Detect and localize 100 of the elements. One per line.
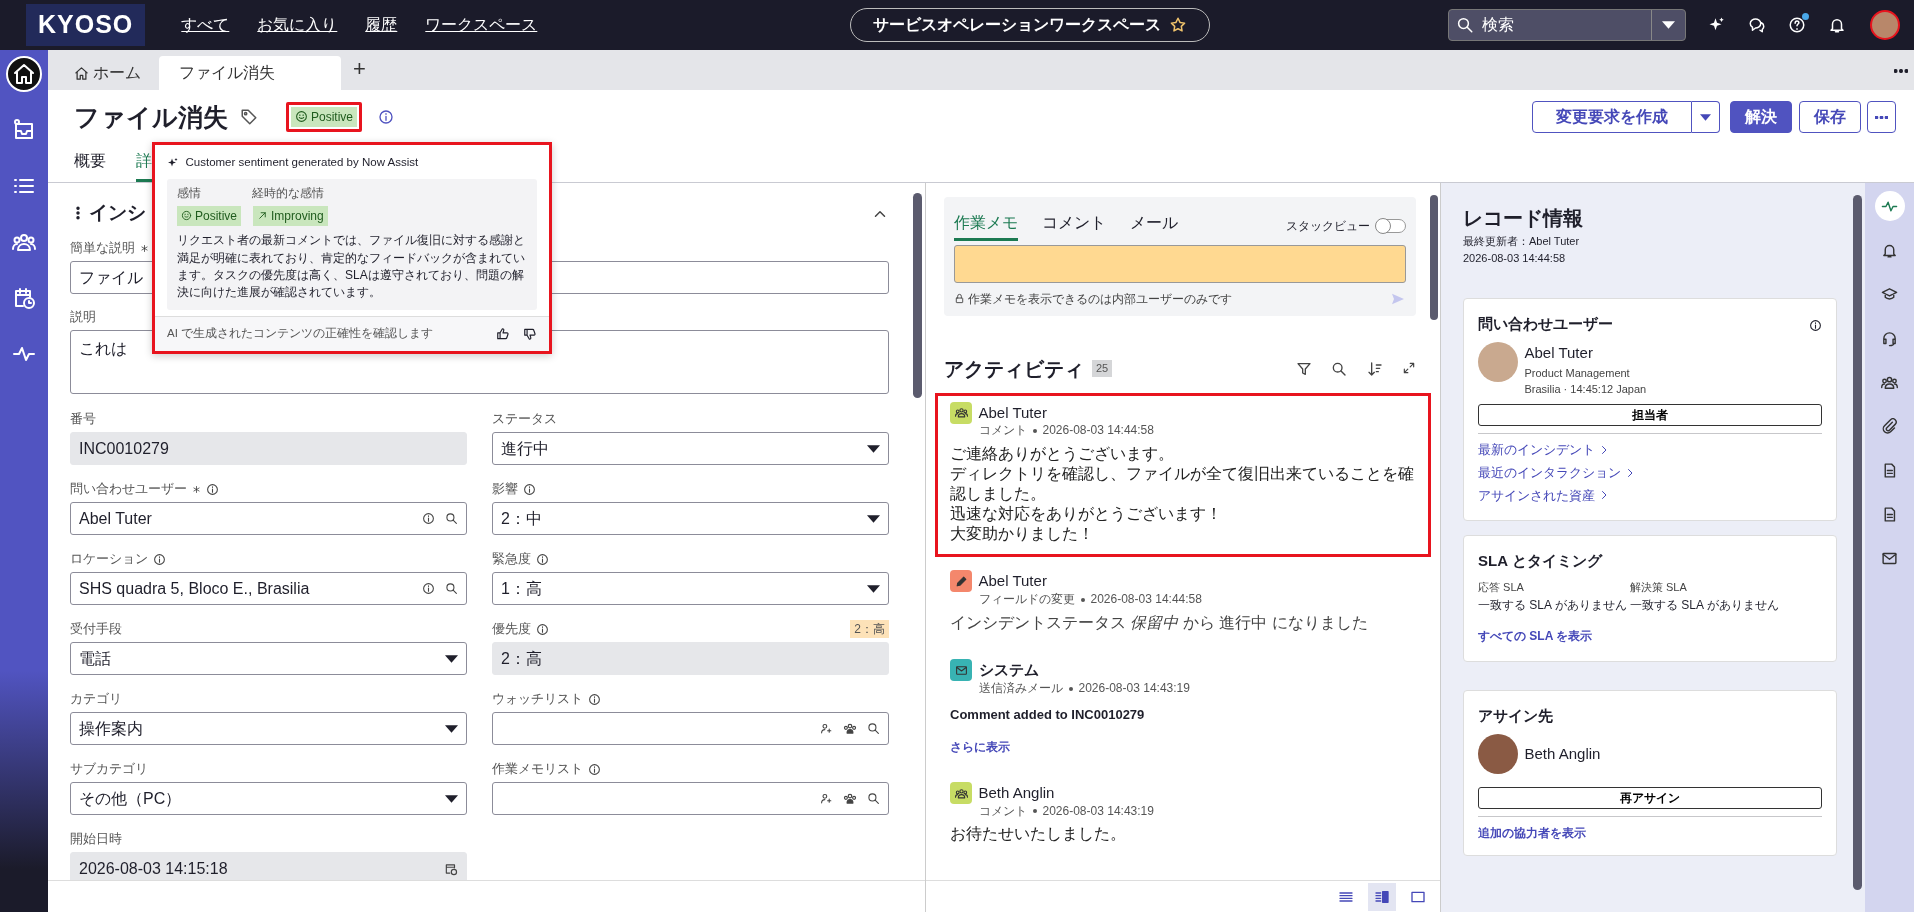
composer-tab[interactable]: メール (1130, 211, 1178, 241)
sort-icon[interactable] (1366, 360, 1383, 377)
add-tab-button[interactable]: + (341, 51, 378, 89)
people-icon (954, 786, 968, 800)
workspace-tab[interactable]: ファイル消失 (159, 56, 341, 90)
location: Brasilia · 14:45:12 Japan (1524, 382, 1647, 397)
info-icon[interactable] (378, 108, 395, 125)
calendar-icon (12, 286, 36, 310)
entry-type: コメント (978, 803, 1027, 818)
reassign-button[interactable]: 再アサイン (1478, 787, 1822, 810)
nav-menu-item[interactable]: すべて (181, 13, 230, 37)
info-icon[interactable] (536, 552, 549, 566)
view-mode-button[interactable] (1368, 882, 1396, 911)
date-field: 2026-08-03 14:15:18 (70, 852, 467, 880)
nav-menu-item[interactable]: お気に入り (257, 13, 338, 37)
assigned-to-button[interactable]: 担当者 (1478, 404, 1822, 426)
show-more-link[interactable]: さらに表示 (950, 737, 1010, 756)
nav-menu-item[interactable]: 履歴 (365, 13, 398, 37)
thumbs-up-icon[interactable] (496, 326, 510, 341)
info-icon[interactable] (206, 482, 219, 496)
workspace-title: サービスオペレーションワークスペース (872, 15, 1161, 35)
view-sla-link[interactable]: すべての SLA を表示 (1478, 626, 1593, 645)
search-input[interactable]: 検索 (1480, 12, 1651, 38)
info-icon[interactable] (523, 482, 536, 496)
dropdown-button[interactable] (1692, 100, 1721, 133)
avatar[interactable] (1870, 10, 1900, 40)
group-icon (843, 791, 857, 806)
comment-text: インシデントステータス 保留中 から 進行中 になりました (950, 612, 1369, 633)
select-field[interactable]: 操作案内 (70, 712, 467, 745)
create-change-request-button[interactable]: 変更要求を作成 (1532, 100, 1693, 133)
info-icon (422, 512, 435, 525)
caret-icon (445, 723, 458, 734)
view-collaborators-link[interactable]: 追加の協力者を表示 (1478, 826, 1586, 841)
nav-menu-item[interactable]: ワークスペース (425, 13, 538, 37)
related-link[interactable]: 最近のインタラクション (1478, 462, 1637, 483)
field-label: 説明 (70, 308, 96, 326)
search-icon (445, 512, 458, 525)
more-icon[interactable] (1893, 68, 1908, 73)
user-name: Beth Anglin (1524, 744, 1601, 764)
sentiment-badge[interactable]: Positive (286, 101, 363, 132)
search-icon[interactable] (1331, 360, 1347, 377)
tag-icon[interactable] (240, 107, 258, 126)
calendar-icon (444, 861, 458, 876)
scrollbar[interactable] (1853, 195, 1862, 890)
bell-icon[interactable] (1828, 16, 1846, 34)
scrollbar[interactable] (1430, 195, 1438, 320)
people-icon (954, 406, 968, 419)
card-title: SLA とタイミング (1478, 551, 1604, 572)
form-tab[interactable]: 概要 (74, 143, 106, 182)
stack-view-toggle[interactable] (1376, 219, 1406, 233)
sla-label: 解決策 SLA (1629, 580, 1688, 596)
mail-icon (954, 663, 968, 677)
thumbs-down-icon[interactable] (523, 326, 537, 341)
search-icon (867, 722, 880, 735)
work-note-field[interactable] (954, 245, 1406, 283)
pulse-button[interactable] (1874, 191, 1905, 221)
list-field[interactable] (492, 712, 889, 745)
related-link[interactable]: 最新のインシデント (1478, 440, 1611, 460)
separator-dot (1032, 809, 1037, 814)
info-icon[interactable] (1809, 318, 1822, 332)
save-button[interactable]: 保存 (1798, 100, 1861, 133)
search-bar[interactable]: 検索 (1448, 9, 1686, 41)
composer-tab[interactable]: 作業メモ (954, 211, 1018, 241)
select-field[interactable]: 進行中 (492, 432, 889, 465)
info-icon[interactable] (536, 622, 549, 636)
add-person-icon (820, 722, 833, 735)
reference-field[interactable]: Abel Tuter (70, 502, 467, 535)
reference-field[interactable]: SHS quadra 5, Bloco E., Brasilia (70, 572, 467, 605)
sla-value: 一致する SLA がありません (1629, 596, 1779, 614)
lock-icon (954, 293, 965, 304)
star-icon[interactable] (1168, 16, 1187, 34)
help-icon[interactable] (1788, 16, 1806, 34)
toggle-label: スタックビュー (1285, 218, 1370, 235)
filter-icon[interactable] (1295, 360, 1312, 377)
logo[interactable]: KYOSO (26, 4, 146, 46)
select-field[interactable]: その他（PC） (70, 782, 467, 815)
field-label: 開始日時 (70, 830, 122, 848)
select-field[interactable]: 1：高 (492, 572, 889, 605)
caret-icon (867, 443, 880, 454)
composer-tab[interactable]: コメント (1042, 211, 1106, 241)
info-icon[interactable] (588, 692, 601, 706)
resolve-button[interactable]: 解決 (1730, 100, 1792, 133)
list-field[interactable] (492, 782, 889, 815)
column-label: 感情 (177, 186, 202, 202)
sla-label: 応答 SLA (1478, 580, 1525, 596)
select-field[interactable]: 2：中 (492, 502, 889, 535)
timestamp: 2026-08-03 14:43:19 (1078, 680, 1190, 695)
more-button[interactable] (1867, 100, 1896, 133)
workspace-tab[interactable]: ホーム (56, 56, 159, 90)
scrollbar[interactable] (913, 193, 922, 398)
chat-icon[interactable] (1748, 16, 1766, 34)
related-link[interactable]: アサインされた資産 (1478, 485, 1611, 505)
home-button[interactable] (6, 56, 42, 92)
info-icon[interactable] (153, 552, 166, 566)
select-field[interactable]: 電話 (70, 642, 467, 675)
home-icon (74, 65, 89, 81)
search-icon (445, 582, 458, 595)
caret-icon[interactable] (1662, 20, 1675, 30)
info-icon[interactable] (588, 762, 601, 776)
expand-icon[interactable] (1402, 360, 1416, 375)
